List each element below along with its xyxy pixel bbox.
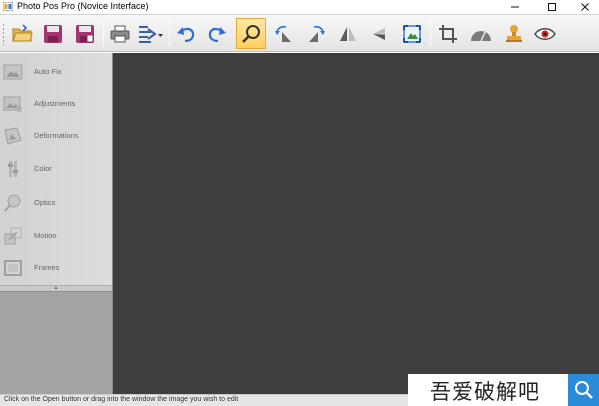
sidebar-item-deformations[interactable]: Deformations — [0, 120, 112, 152]
watermark-banner: 吾爱破解吧 — [408, 374, 599, 406]
toolbar-separator — [169, 21, 170, 46]
sidebar-item-label: Motion — [34, 231, 57, 240]
status-message: Click on the Open button or drag into th… — [4, 396, 239, 403]
toolbar-separator — [430, 21, 431, 46]
save-button[interactable] — [38, 18, 68, 49]
rotate-left-icon — [275, 25, 291, 42]
flip-horizontal-button[interactable] — [333, 18, 363, 49]
close-icon — [581, 3, 589, 11]
rotate-left-button[interactable] — [269, 18, 299, 49]
sidebar-item-auto-fix[interactable]: Auto Fix — [0, 56, 112, 88]
flip-vertical-button[interactable] — [365, 18, 395, 49]
color-icon — [8, 161, 18, 177]
stamp-icon — [506, 24, 522, 42]
save-as-button[interactable] — [70, 18, 100, 49]
deformations-icon — [4, 127, 22, 145]
save-icon — [44, 24, 62, 43]
motion-icon — [4, 227, 22, 245]
print-button[interactable] — [105, 18, 135, 49]
watermark-search-button[interactable] — [568, 374, 599, 406]
main-toolbar — [0, 14, 599, 52]
frames-icon — [4, 260, 22, 276]
sidebar-item-label: Auto Fix — [34, 67, 62, 76]
window-title: Photo Pos Pro (Novice Interface) — [17, 1, 149, 11]
crop-icon — [439, 24, 457, 43]
open-folder-icon — [12, 23, 33, 41]
toolbar-grip[interactable] — [2, 23, 5, 45]
adjustments-icon — [3, 96, 22, 112]
minimize-button[interactable] — [502, 0, 528, 14]
sidebar-item-label: Frames — [34, 263, 60, 272]
maximize-icon — [548, 3, 556, 11]
batch-dropdown-button[interactable] — [135, 18, 167, 49]
watermark-text: 吾爱破解吧 — [430, 381, 540, 404]
app-logo-icon — [3, 2, 13, 11]
resize-icon — [403, 24, 421, 43]
tools-panel: Auto Fix Adjustments Deformations Color … — [0, 53, 112, 286]
sidebar-item-label: Color — [34, 164, 52, 173]
zoom-button[interactable] — [236, 18, 266, 49]
flip-horizontal-icon — [340, 26, 356, 41]
zoom-icon — [242, 24, 260, 43]
straighten-button[interactable] — [466, 18, 496, 49]
undo-icon — [177, 26, 195, 42]
search-icon — [574, 381, 593, 399]
minimize-icon — [511, 6, 519, 8]
sidebar-item-adjustments[interactable]: Adjustments — [0, 88, 112, 120]
sidebar-item-color[interactable]: Color — [0, 153, 112, 185]
stamp-button[interactable] — [499, 18, 529, 49]
rotate-right-icon — [309, 25, 325, 42]
sidebar-item-motion[interactable]: Motion — [0, 220, 112, 252]
auto-fix-icon — [3, 64, 23, 80]
batch-dropdown-icon — [139, 25, 163, 43]
redo-icon — [208, 26, 226, 42]
resize-button[interactable] — [397, 18, 427, 49]
sidebar-item-frames[interactable]: Frames — [0, 252, 112, 284]
image-workspace[interactable] — [113, 53, 599, 394]
title-bar: Photo Pos Pro (Novice Interface) — [0, 0, 599, 14]
print-icon — [110, 25, 130, 42]
rotate-right-button[interactable] — [301, 18, 331, 49]
tools-sidebar: Auto Fix Adjustments Deformations Color … — [0, 53, 113, 394]
flip-vertical-icon — [373, 27, 385, 40]
straighten-icon — [471, 29, 491, 41]
sidebar-item-optics[interactable]: Optics — [0, 187, 112, 219]
save-as-icon — [76, 24, 94, 43]
optics-icon — [4, 194, 21, 212]
close-button[interactable] — [572, 0, 598, 14]
maximize-button[interactable] — [539, 0, 565, 14]
red-eye-icon — [534, 27, 556, 40]
redo-button[interactable] — [202, 18, 232, 49]
sidebar-item-label: Deformations — [34, 131, 79, 140]
sidebar-item-label: Optics — [34, 198, 56, 207]
open-button[interactable] — [7, 18, 37, 49]
undo-button[interactable] — [171, 18, 201, 49]
panel-collapse-handle[interactable]: ▲ — [0, 285, 112, 292]
red-eye-button[interactable] — [530, 18, 560, 49]
toolbar-separator — [103, 21, 104, 46]
sidebar-item-label: Adjustments — [34, 99, 76, 108]
crop-button[interactable] — [433, 18, 463, 49]
